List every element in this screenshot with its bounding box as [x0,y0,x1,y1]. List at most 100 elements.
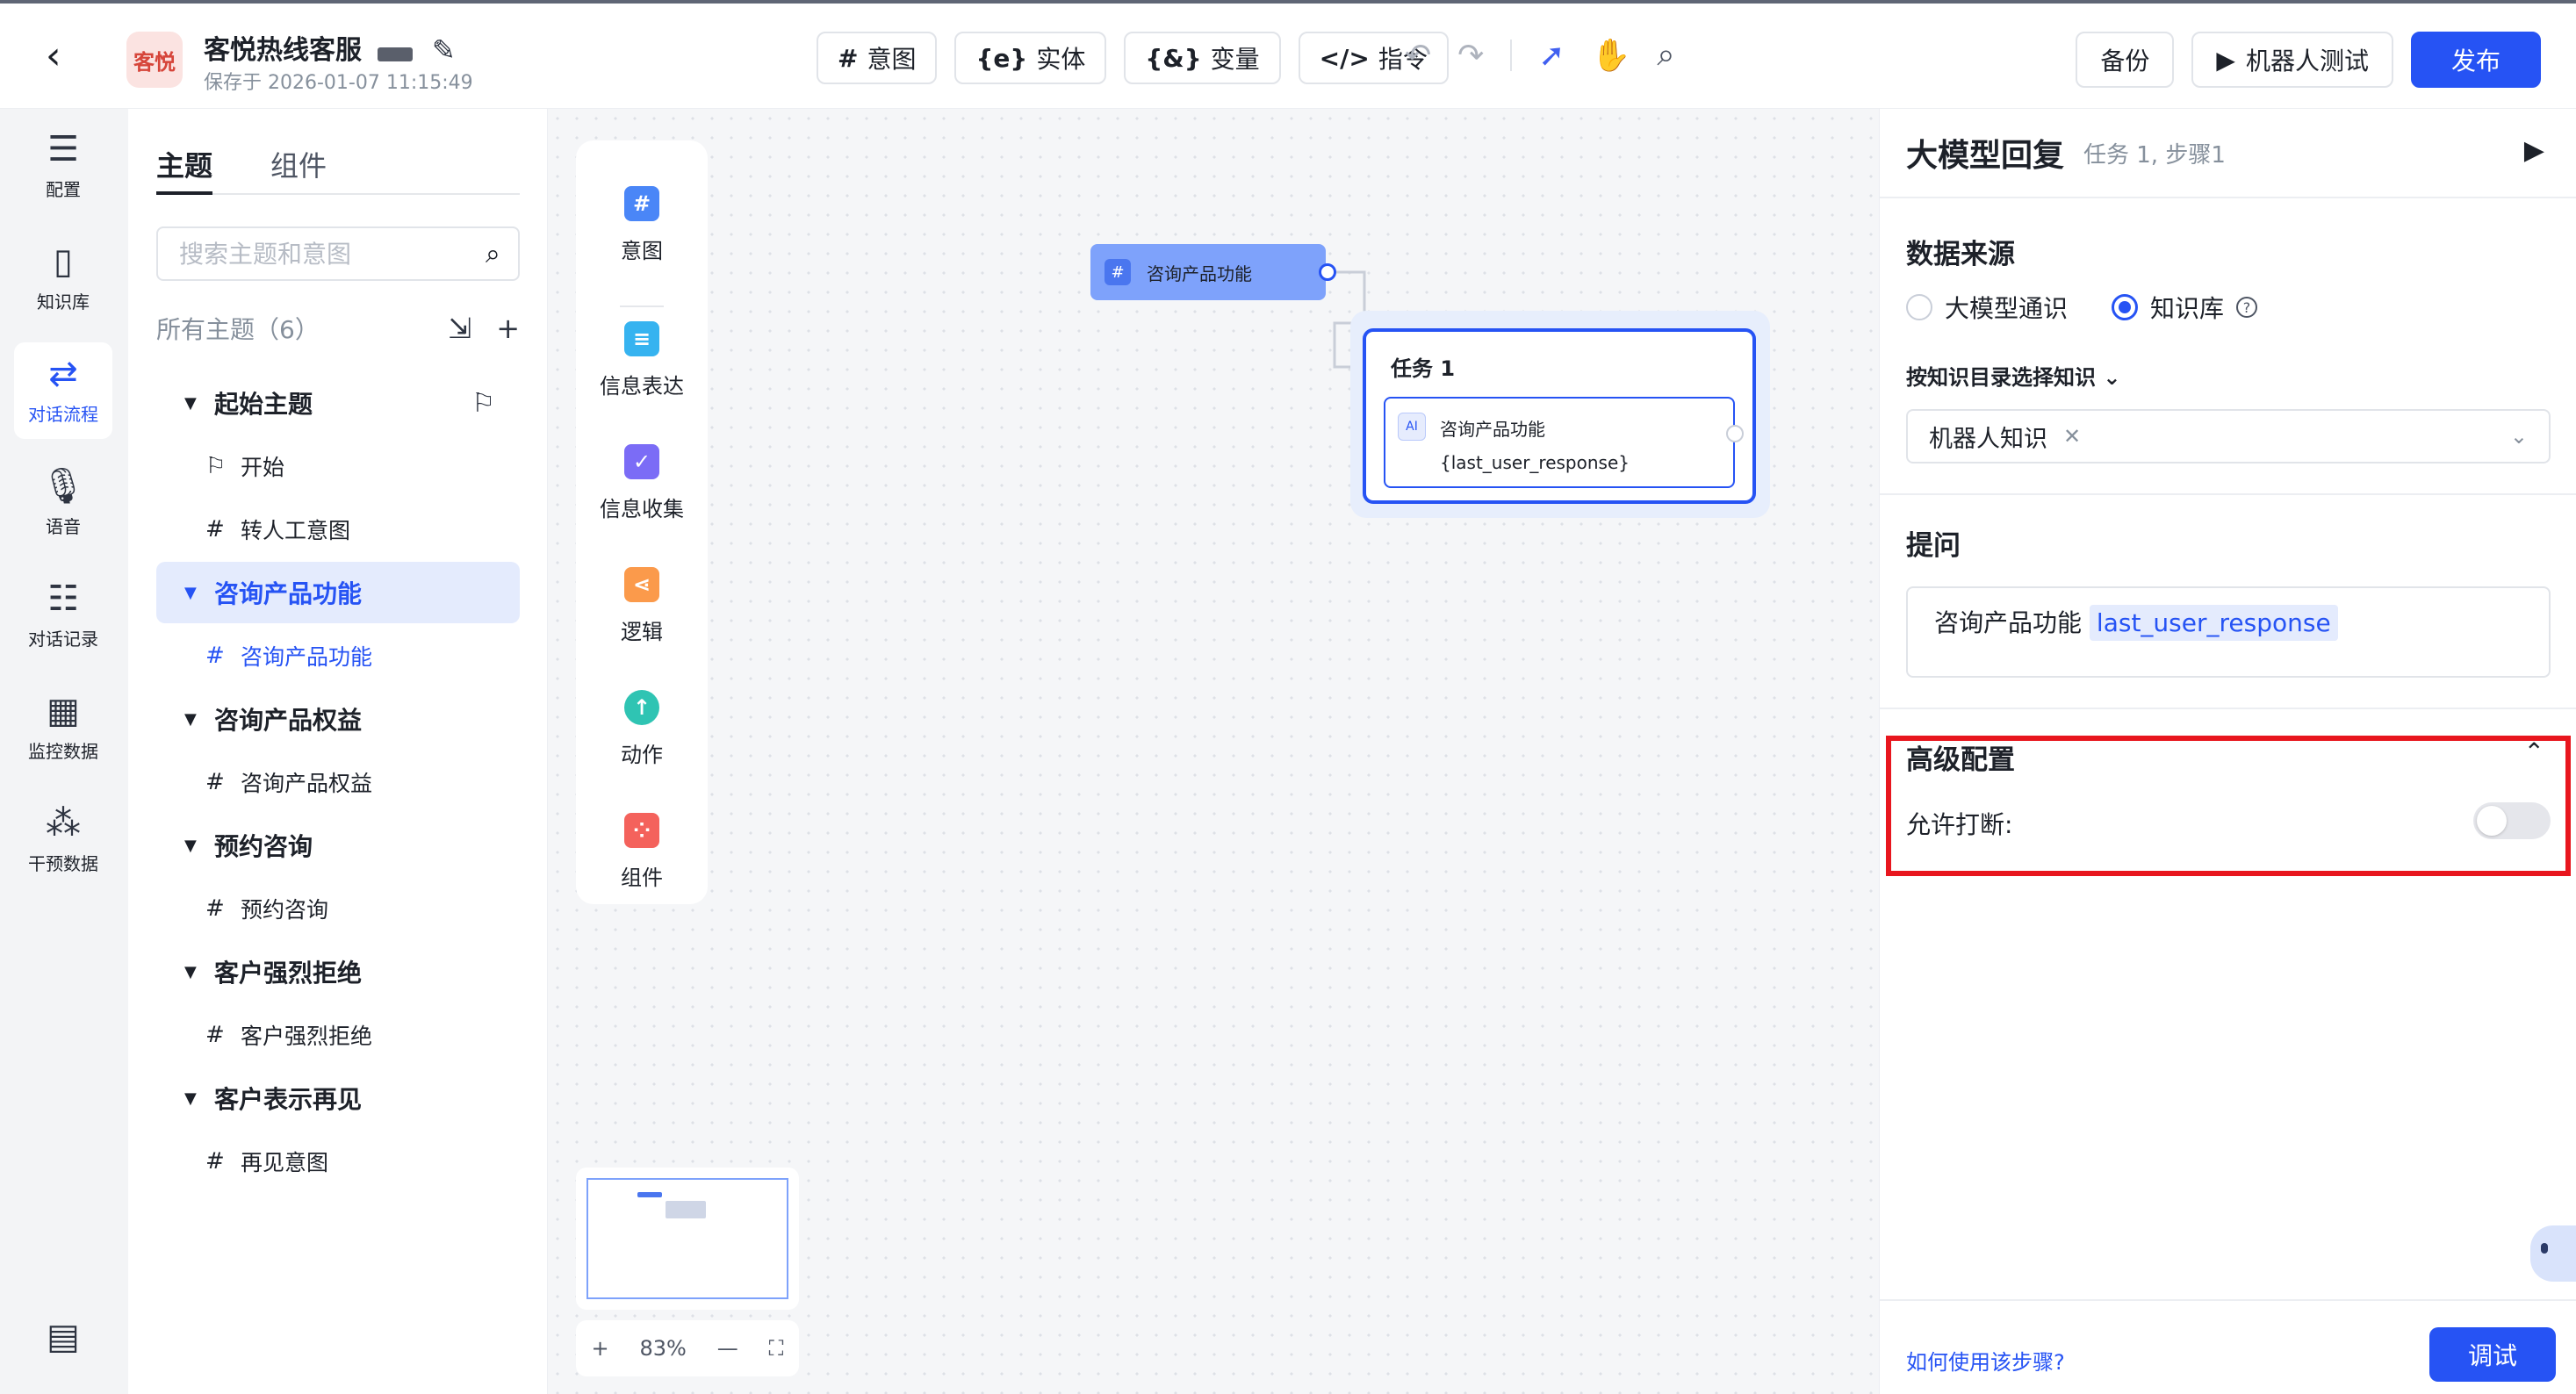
hash-icon: # [205,1148,225,1175]
topic-group[interactable]: ▼ 起始主题 ⚐ [156,372,520,434]
play-icon[interactable]: ▶ [2524,135,2544,166]
edit-pencil-icon[interactable]: ✎ [432,33,456,67]
topic-item[interactable]: # 转人工意图 [156,499,520,560]
topic-group[interactable]: ▼ 咨询产品权益 [156,688,520,750]
search-icon[interactable]: ⌕ [1657,37,1674,74]
intent-node[interactable]: # 咨询产品功能 [1090,244,1326,300]
robot-test-button[interactable]: ▶ 机器人测试 [2191,32,2393,88]
nodes-icon: ⁂ [46,802,81,844]
tab-topics[interactable]: 主题 [156,144,213,195]
knowledge-dir-dropdown[interactable]: 按知识目录选择知识 ⌄ [1906,360,2120,391]
hash-icon: # [205,1022,225,1048]
data-source-radios: 大模型通识 知识库? [1906,290,2258,325]
radio-general-llm[interactable]: 大模型通识 [1906,290,2068,325]
zoom-out-icon[interactable]: — [717,1336,738,1361]
backup-button[interactable]: 备份 [2076,32,2175,88]
topic-item[interactable]: ⚐ 开始 [156,435,520,497]
hash-icon: # [205,769,225,795]
hand-pan-icon[interactable]: ✋ [1592,37,1631,74]
radio-circle-checked [2112,294,2139,320]
topic-item[interactable]: # 客户强烈拒绝 [156,1004,520,1066]
redo-icon[interactable]: ↷ [1457,38,1484,74]
undo-icon[interactable]: ↶ [1405,38,1431,74]
node-output-port[interactable] [1319,263,1336,281]
radio-circle [1906,294,1932,320]
step-output-port[interactable] [1726,425,1744,442]
topic-item[interactable]: # 再见意图 [156,1131,520,1192]
panel-title: 大模型回复 [1906,138,2065,174]
help-icon[interactable]: ? [2236,297,2258,318]
task-title: 任务 1 [1391,356,1456,381]
topic-group-selected[interactable]: ▼ 咨询产品功能 [156,562,520,623]
back-chevron-icon[interactable]: ‹ [46,37,81,75]
topic-search: ⌕ [156,226,520,281]
panel-subtitle: 任务 1, 步骤1 [2083,142,2226,169]
allow-interrupt-toggle[interactable] [2473,802,2551,839]
flow-canvas[interactable]: # 意图 ≡ 信息表达 ✓ 信息收集 ⋖ 逻辑 ↑ 动作 ⁘ 组件 # 咨询产品功能 任务 1… [548,109,1879,1394]
hash-icon: # [205,516,225,543]
top-bar: ‹ 客悦 客悦热线客服 ✎ 保存于 2026-01-07 11:15:49 # 意… [0,0,2576,109]
zoom-level: 83% [639,1336,687,1361]
how-to-use-link[interactable]: 如何使用该步骤? [1906,1345,2065,1376]
play-icon: ▶ [2216,45,2235,75]
topic-group[interactable]: ▼ 客户表示再见 [156,1067,520,1129]
tab-components[interactable]: 组件 [270,144,327,195]
chevron-down-icon: ⌄ [2103,365,2121,390]
knowledge-tag: 机器人知识 ✕ [1929,424,2082,453]
import-icon[interactable]: ⇲ [448,312,471,345]
task-step-llm-reply[interactable]: AI 咨询产品功能{last_user_response} [1384,397,1735,488]
debug-button[interactable]: 调试 [2429,1327,2556,1382]
divider [1880,708,2576,709]
publish-button[interactable]: 发布 [2410,32,2541,88]
zoom-in-icon[interactable]: + [591,1336,608,1361]
topic-group[interactable]: ▼ 客户强烈拒绝 [156,941,520,1002]
assistant-mascot-icon[interactable] [2530,1225,2576,1282]
knowledge-select[interactable]: 机器人知识 ✕ ⌄ [1906,409,2551,463]
app-logo: 客悦 [126,32,183,88]
question-input[interactable]: 咨询产品功能 last_user_response [1906,586,2551,678]
topic-item[interactable]: # 咨询产品权益 [156,751,520,813]
panel-footer: 如何使用该步骤? 调试 [1880,1299,2576,1394]
topic-item-selected[interactable]: # 咨询产品功能 [156,625,520,686]
fit-view-icon[interactable]: ⛶ [769,1336,784,1361]
zoom-controls: + 83% — ⛶ [576,1320,799,1376]
minimap[interactable] [576,1168,799,1310]
intent-tool-button[interactable]: # 意图 [817,32,938,84]
divider [1510,40,1513,71]
rail-item-intervention[interactable]: ⁂ 干预数据 [14,792,112,888]
topic-search-input[interactable] [179,239,486,269]
rail-item-knowledge[interactable]: ▯ 知识库 [14,230,112,327]
task-node[interactable]: 任务 1 AI 咨询产品功能{last_user_response} [1363,328,1756,504]
sliders-icon: ☰ [47,128,79,169]
pointer-select-icon[interactable]: ➚ [1538,38,1565,74]
variable-tool-button[interactable]: {&} 变量 [1124,32,1281,84]
rail-item-monitor[interactable]: ▦ 监控数据 [14,679,112,776]
question-title: 提问 [1906,530,1961,562]
topic-group[interactable]: ▼ 预约咨询 [156,815,520,876]
rail-item-voice[interactable]: 🎙 语音 [14,455,112,551]
rail-item-chat-records[interactable]: ☷ 对话记录 [14,567,112,664]
code-icon: </> [1319,43,1370,73]
variable-braces-icon: {&} [1145,43,1202,73]
close-icon[interactable]: ✕ [2063,424,2081,449]
add-topic-icon[interactable]: + [496,312,520,345]
radio-knowledge-base[interactable]: 知识库? [2112,290,2258,325]
rail-item-docs[interactable]: ▤ [14,1289,112,1385]
save-timestamp: 保存于 2026-01-07 11:15:49 [204,72,473,94]
advanced-config-title: 高级配置 [1906,744,2015,776]
data-source-title: 数据来源 [1906,239,2015,270]
topic-item[interactable]: # 预约咨询 [156,878,520,939]
entity-tool-button[interactable]: {e} 实体 [954,32,1107,84]
rail-item-dialog-flow[interactable]: ⇄ 对话流程 [14,342,112,439]
search-icon[interactable]: ⌕ [486,239,500,269]
chevron-down-icon: ⌄ [2509,424,2528,449]
caret-down-icon: ▼ [184,709,197,729]
minimap-viewport[interactable] [586,1178,788,1299]
edit-tools: ↶ ↷ ➚ ✋ ⌕ [1405,37,1675,74]
chevron-up-icon[interactable]: ⌃ [2524,737,2544,766]
rail-item-config[interactable]: ☰ 配置 [14,118,112,214]
hash-icon: # [1105,259,1131,285]
allow-interrupt-label: 允许打断: [1906,810,2013,839]
document-settings-icon: ▤ [47,1317,80,1357]
left-nav-rail: ☰ 配置 ▯ 知识库 ⇄ 对话流程 🎙 语音 ☷ 对话记录 ▦ 监控数据 ⁂ 干预数据 ▤ [0,109,128,1394]
